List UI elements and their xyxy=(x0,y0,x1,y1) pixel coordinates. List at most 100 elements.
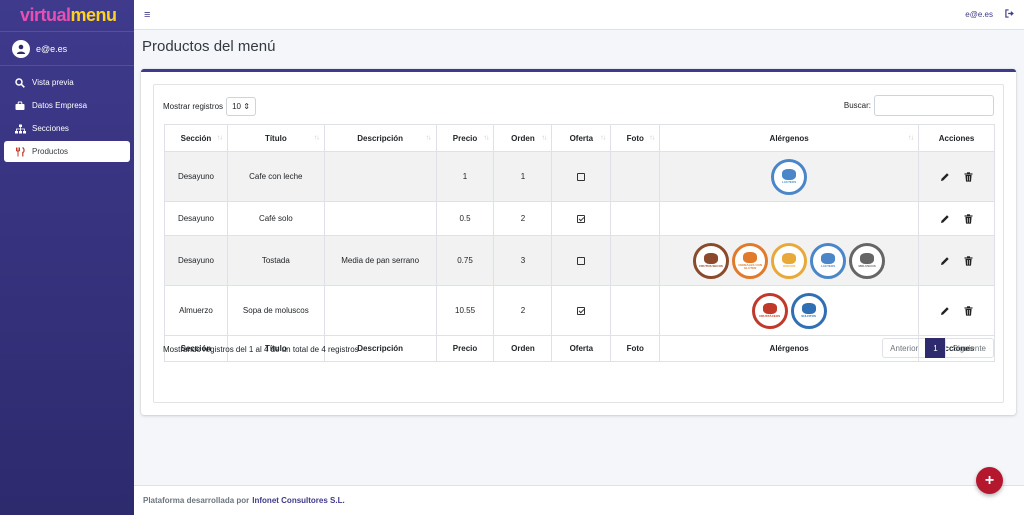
sidebar-item-secciones[interactable]: Secciones xyxy=(4,118,130,139)
cell-orden: 3 xyxy=(493,235,553,286)
cell-seccion: Desayuno xyxy=(164,151,228,202)
cell-precio: 10.55 xyxy=(435,285,495,336)
trash-icon[interactable] xyxy=(964,213,973,224)
column-header-alergenos[interactable]: Alérgenos ↑↓ xyxy=(659,124,920,152)
table-row: Desayuno Café solo 0.5 2 xyxy=(164,201,995,236)
allergen-label: FRUTOS SECOS xyxy=(699,264,723,268)
column-header-foto[interactable]: Foto ↑↓ xyxy=(610,124,661,152)
column-header-orden[interactable]: Orden ↑↓ xyxy=(493,124,553,152)
allergen-symbol xyxy=(782,169,797,180)
cell-oferta xyxy=(551,285,612,336)
table-header-row: Sección ↑↓ Título ↑↓ Descripción ↑↓ Precio ↑… xyxy=(164,124,995,152)
pagination-page-1[interactable]: 1 xyxy=(925,338,946,358)
cell-titulo: Café solo xyxy=(226,201,325,236)
cell-titulo: Sopa de moluscos xyxy=(226,285,325,336)
products-table-wrapper: Mostrar registros 10 ⇕ Buscar: Sección ↑↓… xyxy=(153,84,1004,403)
edit-icon[interactable] xyxy=(940,256,950,266)
cell-oferta xyxy=(551,201,612,236)
sort-icon: ↑↓ xyxy=(483,134,489,142)
products-table: Sección ↑↓ Título ↑↓ Descripción ↑↓ Precio ↑… xyxy=(164,124,995,362)
footer-header-foto: Foto xyxy=(610,335,661,362)
edit-icon[interactable] xyxy=(940,214,950,224)
topbar-user[interactable]: e@e.es xyxy=(965,10,993,19)
user-panel[interactable]: e@e.es xyxy=(0,32,134,66)
cell-foto xyxy=(610,151,661,202)
footer-header-oferta: Oferta xyxy=(551,335,612,362)
trash-icon[interactable] xyxy=(964,305,973,316)
edit-icon[interactable] xyxy=(940,172,950,182)
cell-alergenos xyxy=(659,201,920,236)
row-actions xyxy=(919,305,994,316)
cell-acciones xyxy=(918,285,995,336)
allergen-symbol xyxy=(821,253,836,264)
allergen-symbol xyxy=(801,303,816,314)
column-header-oferta[interactable]: Oferta ↑↓ xyxy=(551,124,612,152)
column-header-acciones: Acciones xyxy=(918,124,995,152)
sign-out-icon[interactable] xyxy=(1005,9,1014,20)
sort-icon: ↑↓ xyxy=(600,134,606,142)
cell-descripcion: Media de pan serrano xyxy=(323,235,437,286)
row-actions xyxy=(919,171,994,182)
pagination-next-button[interactable]: Siguiente xyxy=(944,338,994,358)
sort-icon: ↑↓ xyxy=(425,134,432,142)
oferta-checkbox[interactable] xyxy=(577,172,586,181)
sort-icon: ↑↓ xyxy=(216,134,223,142)
cell-foto xyxy=(610,285,661,336)
topbar: ≡ e@e.es xyxy=(134,0,1024,30)
cell-orden: 2 xyxy=(493,285,553,336)
allergen-symbol xyxy=(782,253,797,264)
sidebar-item-productos[interactable]: Productos xyxy=(4,141,130,162)
oferta-checkbox[interactable] xyxy=(577,214,586,223)
sidebar: virtual menu e@e.es Vista previa Datos Em… xyxy=(0,0,134,515)
column-header-precio[interactable]: Precio ↑↓ xyxy=(435,124,495,152)
cell-oferta xyxy=(551,151,612,202)
allergen-list: CRUSTÁCEOS SULFITOS xyxy=(660,292,918,329)
brand-logo[interactable]: virtual menu xyxy=(0,0,134,32)
sort-icon: ↑↓ xyxy=(649,134,655,142)
add-product-button[interactable]: + xyxy=(976,467,1003,494)
allergen-icon: LACTEOS xyxy=(810,242,847,279)
oferta-checkbox[interactable] xyxy=(577,256,586,265)
column-header-titulo[interactable]: Título ↑↓ xyxy=(226,124,325,152)
cell-alergenos: CRUSTÁCEOS SULFITOS xyxy=(659,285,920,336)
sort-icon: ↑↓ xyxy=(541,134,547,142)
cell-alergenos: LACTEOS xyxy=(659,151,920,202)
user-avatar-icon xyxy=(12,39,30,58)
column-header-seccion[interactable]: Sección ↑↓ xyxy=(164,124,228,152)
search-label: Buscar: xyxy=(843,101,871,110)
oferta-checkbox[interactable] xyxy=(577,306,586,315)
allergen-icon: LACTEOS xyxy=(771,158,808,195)
search-control: Buscar: xyxy=(844,95,994,116)
hamburger-menu-icon[interactable]: ≡ xyxy=(144,9,150,21)
column-header-descripcion[interactable]: Descripción ↑↓ xyxy=(323,124,437,152)
trash-icon[interactable] xyxy=(964,171,973,182)
footer-company-link[interactable]: Infonet Consultores S.L. xyxy=(252,496,344,505)
cell-acciones xyxy=(918,201,995,236)
allergen-symbol xyxy=(762,303,777,314)
edit-icon[interactable] xyxy=(940,306,950,316)
products-card: Mostrar registros 10 ⇕ Buscar: Sección ↑↓… xyxy=(141,69,1016,415)
cell-descripcion xyxy=(323,201,437,236)
utensils-icon xyxy=(15,146,27,157)
allergen-icon: CRUSTÁCEOS xyxy=(751,292,788,329)
search-input[interactable] xyxy=(874,95,994,116)
cell-titulo: Tostada xyxy=(226,235,325,286)
footer-header-precio: Precio xyxy=(435,335,495,362)
sidebar-item-vista-previa[interactable]: Vista previa xyxy=(4,72,130,93)
trash-icon[interactable] xyxy=(964,255,973,266)
sidebar-item-datos-empresa[interactable]: Datos Empresa xyxy=(4,95,130,116)
page-length-select[interactable]: 10 ⇕ xyxy=(226,97,257,116)
sort-icon: ↑↓ xyxy=(313,134,320,142)
cell-titulo: Cafe con leche xyxy=(226,151,325,202)
cell-acciones xyxy=(918,235,995,286)
search-icon xyxy=(15,77,27,88)
cell-descripcion xyxy=(323,151,437,202)
table-row: Almuerzo Sopa de moluscos 10.55 2 CRUSTÁCEO… xyxy=(164,285,995,336)
cell-precio: 0.5 xyxy=(435,201,495,236)
allergen-label: HUEVOS xyxy=(782,264,796,268)
sort-icon: ↑↓ xyxy=(908,134,914,142)
brand-part2: menu xyxy=(70,5,118,25)
footer-text: Plataforma desarrollada por xyxy=(143,496,250,505)
pagination-prev-button[interactable]: Anterior xyxy=(882,338,927,358)
footer-header-orden: Orden xyxy=(493,335,553,362)
